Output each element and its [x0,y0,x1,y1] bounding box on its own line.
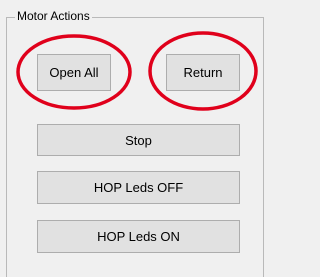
group-title: Motor Actions [15,9,92,23]
stop-button[interactable]: Stop [37,124,240,156]
return-button[interactable]: Return [166,54,240,91]
hop-leds-on-button[interactable]: HOP Leds ON [37,220,240,253]
hop-leds-off-button[interactable]: HOP Leds OFF [37,171,240,204]
open-all-button[interactable]: Open All [37,54,111,91]
motor-actions-panel: Motor Actions Open All Return Stop HOP L… [0,0,271,277]
